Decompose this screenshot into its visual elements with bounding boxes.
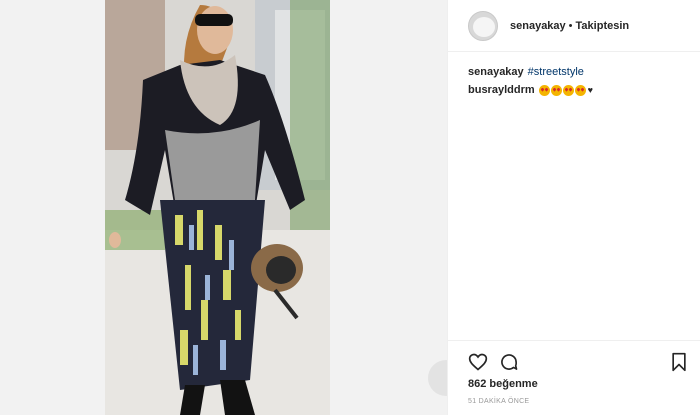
avatar[interactable]	[468, 10, 498, 41]
follow-status[interactable]: Takiptesin	[576, 20, 630, 32]
action-bar	[468, 352, 688, 374]
post-photo[interactable]	[105, 0, 330, 415]
header-text: senayakay • Takiptesin	[510, 20, 629, 32]
bookmark-icon[interactable]	[669, 352, 689, 372]
caption-username[interactable]: senayakay	[468, 66, 524, 78]
heart-eyes-emoji-icon	[550, 84, 562, 96]
author-username[interactable]: senayakay	[510, 20, 566, 32]
comment: busraylddrm ♥	[468, 83, 593, 97]
comment-username[interactable]: busraylddrm	[468, 83, 535, 97]
street-style-photo	[105, 0, 330, 415]
timestamp: 51 DAKİKA ÖNCE	[468, 398, 530, 405]
separator-dot: •	[568, 19, 573, 32]
post-details: senayakay • Takiptesin senayakay #streetsty…	[447, 0, 700, 415]
comment-icon[interactable]	[499, 352, 519, 372]
media-pane	[0, 0, 464, 415]
caption: senayakay #streetstyle	[468, 65, 584, 79]
heart-eyes-emoji-icon	[562, 84, 574, 96]
divider	[448, 340, 700, 341]
black-heart-icon: ♥	[587, 85, 593, 95]
caption-hashtag[interactable]: #streetstyle	[528, 66, 584, 78]
heart-icon[interactable]	[468, 352, 488, 372]
post-header: senayakay • Takiptesin	[448, 0, 700, 52]
heart-eyes-emoji-icon	[538, 84, 550, 96]
heart-eyes-emoji-icon	[574, 84, 586, 96]
likes-count[interactable]: 862 beğenme	[468, 378, 538, 390]
